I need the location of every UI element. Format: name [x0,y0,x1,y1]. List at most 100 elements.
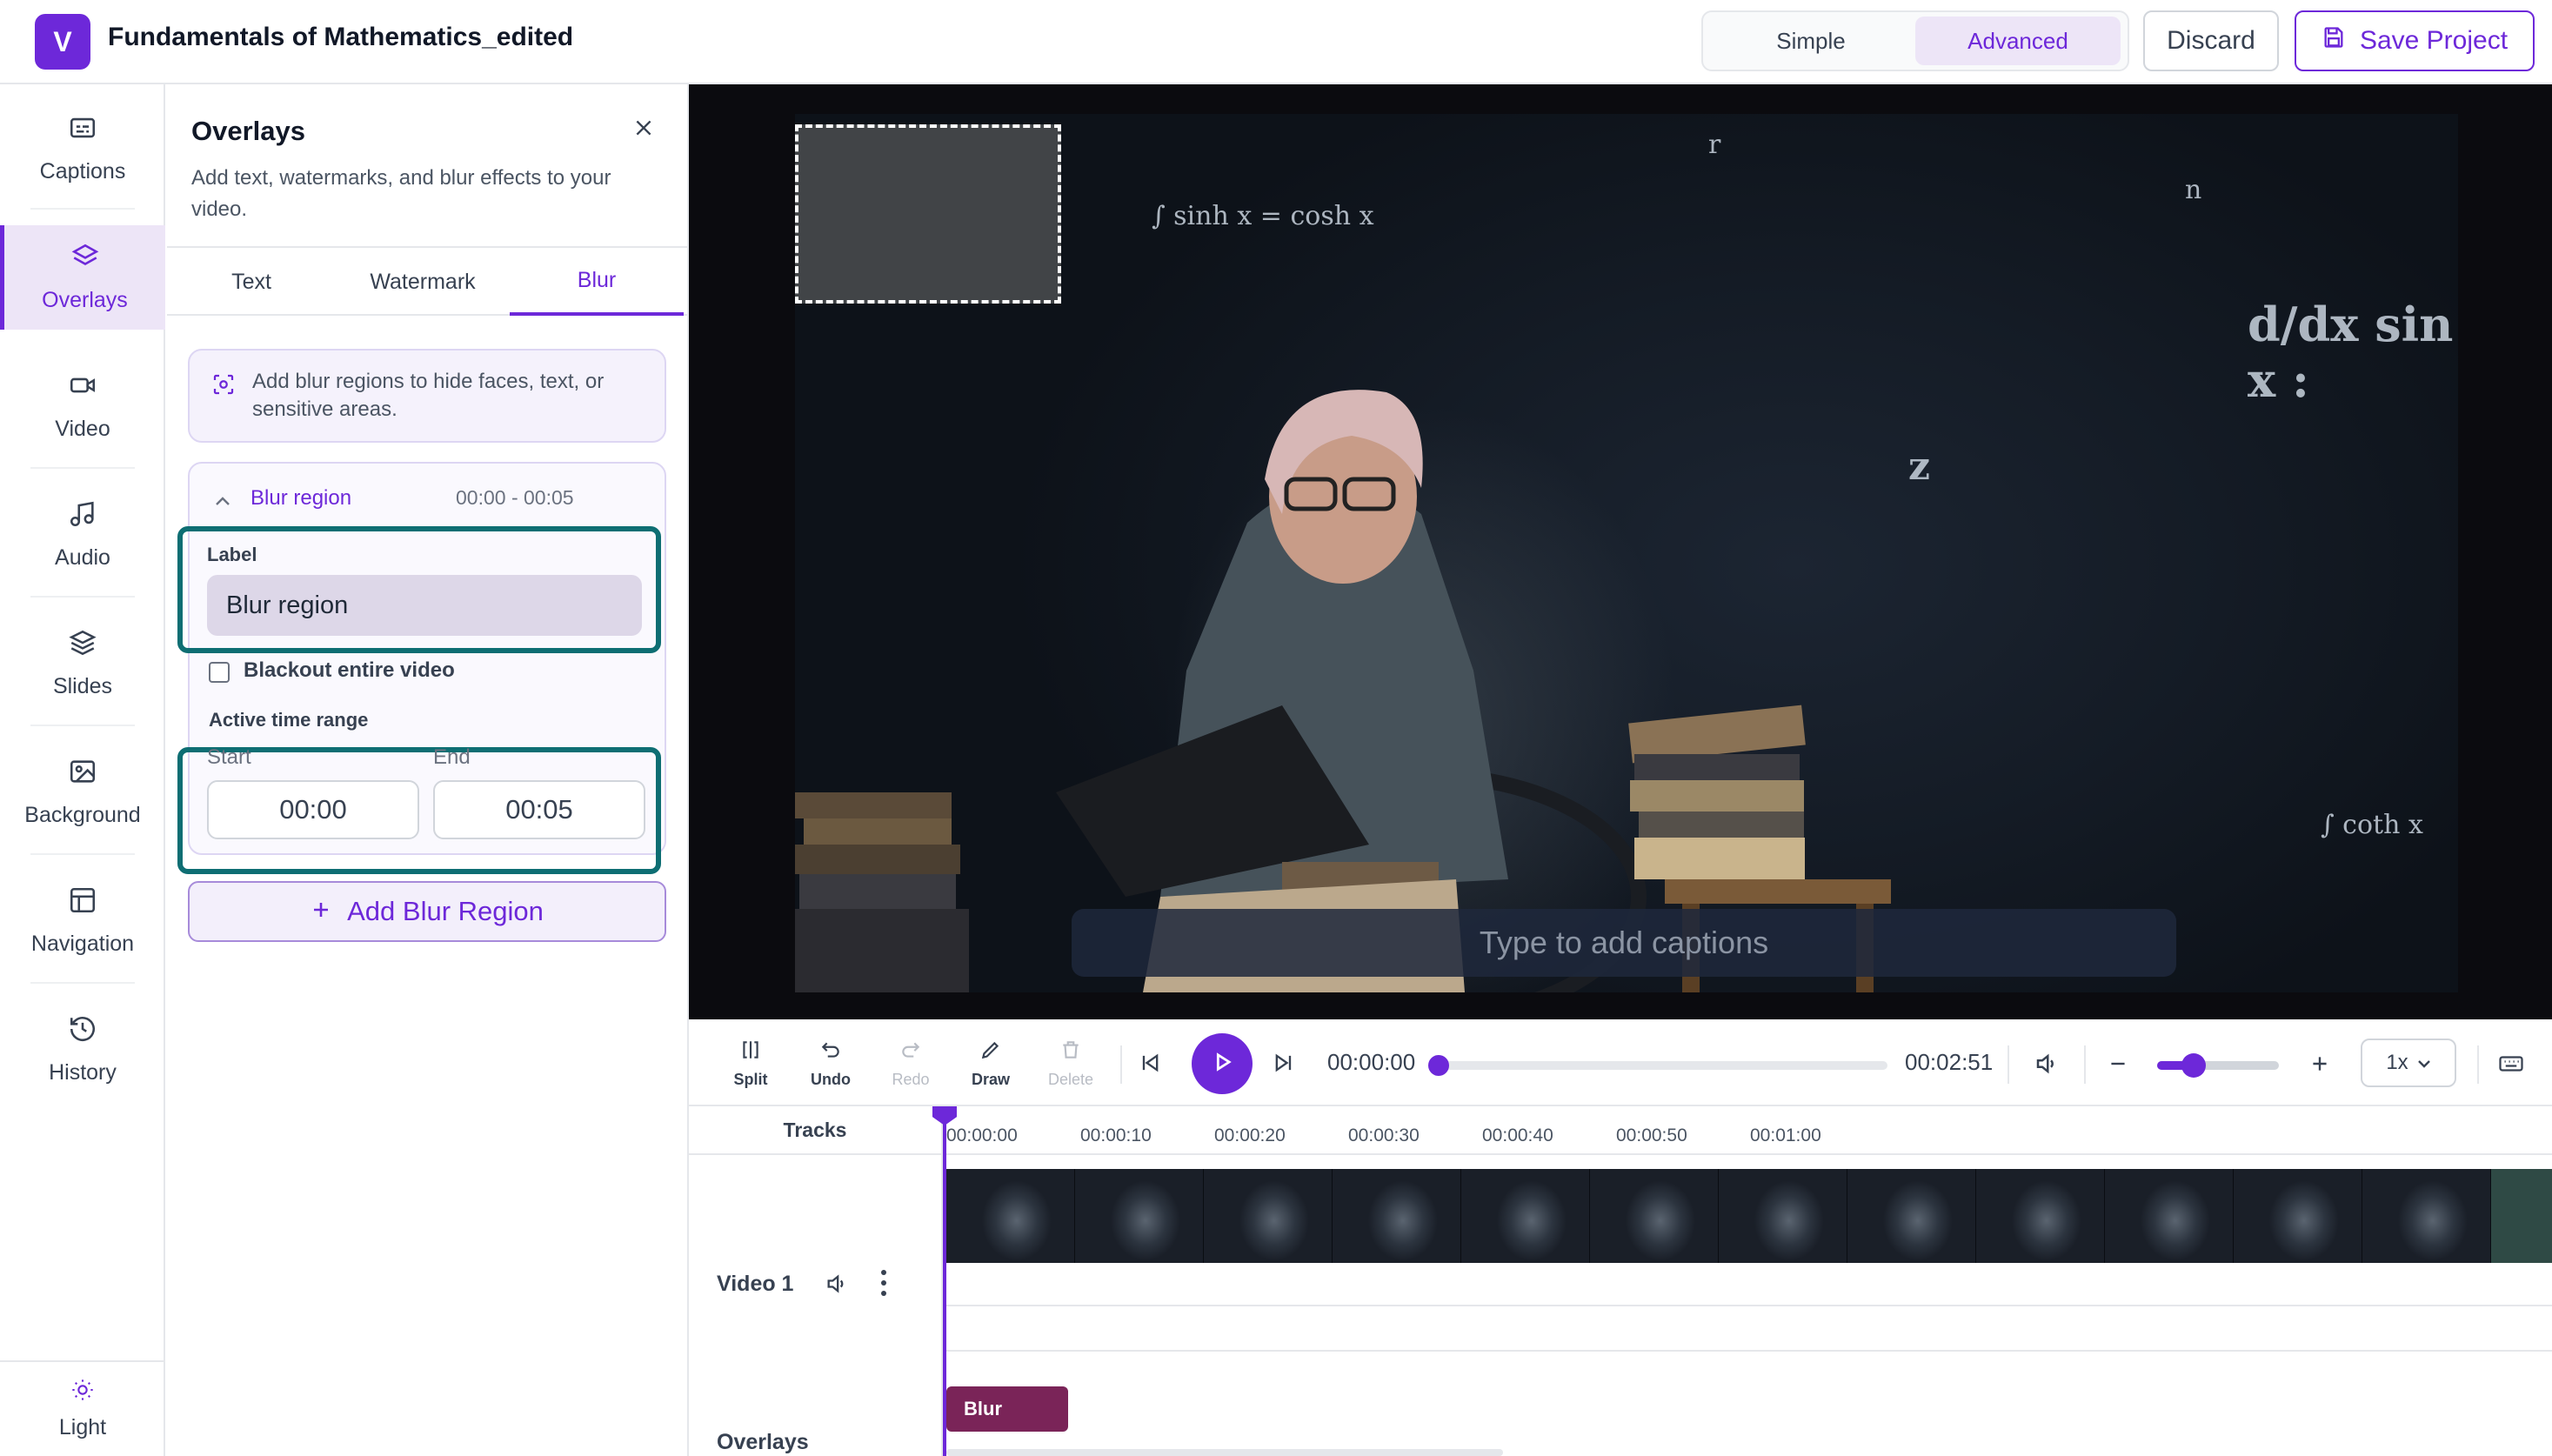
total-time: 00:02:51 [1905,1049,1994,1075]
discard-button[interactable]: Discard [2143,10,2279,71]
end-time-input[interactable]: 00:05 [433,780,645,839]
draw-button[interactable]: Draw [960,1039,1021,1089]
sidebar-item-navigation[interactable]: Navigation [0,869,165,973]
skip-back-icon[interactable] [1138,1051,1162,1079]
track-names-column: Video 1 Overlays [689,1155,943,1456]
pencil-icon [979,1039,1002,1065]
captions-icon [68,113,97,149]
top-bar: V Fundamentals of Mathematics_edited Sim… [0,0,2552,84]
close-panel-button[interactable] [628,114,659,145]
undo-icon [819,1039,842,1065]
video-preview: ∫ sinh x = cosh x d/dx sin x : z ∫ coth … [689,84,2552,1019]
split-label: Split [733,1071,768,1088]
project-title[interactable]: Fundamentals of Mathematics_edited [108,23,573,52]
panel-description: Add text, watermarks, and blur effects t… [191,166,611,221]
video-thumbnail [2362,1169,2491,1263]
advanced-mode-button[interactable]: Advanced [1915,17,2121,65]
blur-region-title[interactable]: Blur region [251,486,351,511]
video-thumbnail [946,1169,1075,1263]
playback-speed-select[interactable]: 1x [2361,1039,2456,1087]
add-blur-region-button[interactable]: Add Blur Region [188,881,666,942]
playhead[interactable] [943,1122,946,1456]
overlay-tabs: Text Watermark Blur [167,246,689,316]
sidebar-item-audio[interactable]: Audio [0,483,165,587]
layers-icon [70,242,100,277]
play-button[interactable] [1192,1033,1253,1094]
sidebar-item-slides[interactable]: Slides [0,611,165,716]
redo-button[interactable]: Redo [880,1039,941,1089]
start-time-input[interactable]: 00:00 [207,780,419,839]
ruler-tick: 00:00:20 [1214,1125,1286,1145]
video-thumbnail [1976,1169,2105,1263]
video-thumbnail [1847,1169,1976,1263]
save-project-button[interactable]: Save Project [2295,10,2535,71]
video-thumbnail [1075,1169,1204,1263]
zoom-slider[interactable] [2157,1053,2279,1078]
video-thumbnail [2491,1169,2552,1263]
blur-region-card: Blur region 00:00 - 00:05 Label Blur reg… [177,462,666,874]
tab-blur[interactable]: Blur [510,248,684,316]
tracks-header: Tracks [689,1106,943,1155]
blur-info-text: Add blur regions to hide faces, text, or… [252,370,605,421]
sidebar-item-captions[interactable]: Captions [0,97,165,201]
blur-label-input[interactable]: Blur region [207,575,642,636]
delete-button[interactable]: Delete [1040,1039,1101,1089]
ruler-tick: 00:00:50 [1616,1125,1687,1145]
track-label-video-1: Video 1 [717,1272,794,1296]
blur-overlay-clip[interactable]: Blur [946,1386,1068,1432]
ruler-tick: 00:01:00 [1750,1125,1821,1145]
video-thumbnail [1719,1169,1847,1263]
chevron-up-icon[interactable] [214,495,231,511]
ruler-tick: 00:00:30 [1348,1125,1420,1145]
sidebar-item-background[interactable]: Background [0,740,165,845]
current-time: 00:00:00 [1327,1049,1416,1075]
chevron-down-icon [2417,1051,2431,1075]
time-ruler[interactable]: 00:00:00 00:00:10 00:00:20 00:00:30 00:0… [945,1106,2552,1155]
ruler-tick: 00:00:00 [946,1125,1018,1145]
tab-text[interactable]: Text [167,248,336,316]
plus-icon [311,896,331,927]
sun-icon [70,1378,95,1408]
more-options-icon[interactable] [879,1268,889,1302]
panel-title: Overlays [191,116,305,146]
zoom-in-icon[interactable] [2308,1052,2331,1079]
video-thumbnail [1204,1169,1333,1263]
undo-label: Undo [811,1071,851,1088]
sidebar-item-label: Overlays [42,288,128,312]
speed-value: 1x [2386,1051,2408,1074]
skip-forward-icon[interactable] [1272,1051,1296,1079]
sidebar-item-label: Audio [55,545,110,570]
track-volume-icon[interactable] [825,1272,849,1300]
ruler-tick: 00:00:10 [1080,1125,1152,1145]
video-track-clip[interactable] [946,1169,2552,1263]
simple-mode-button[interactable]: Simple [1708,17,1914,65]
redo-label: Redo [892,1071,930,1088]
tab-watermark[interactable]: Watermark [336,248,510,316]
volume-icon[interactable] [2034,1051,2060,1081]
sidebar-item-overlays[interactable]: Overlays [0,225,165,330]
track-label-overlays: Overlays [717,1430,809,1454]
split-button[interactable]: Split [720,1039,781,1089]
timeline: Tracks 00:00:00 00:00:10 00:00:20 00:00:… [689,1106,2552,1456]
theme-label: Light [58,1415,107,1439]
theme-toggle[interactable]: Light [0,1360,165,1456]
sidebar-item-video[interactable]: Video [0,354,165,458]
scrubber-handle[interactable] [1428,1055,1449,1076]
caption-input[interactable]: Type to add captions [1072,909,2176,977]
label-field-label: Label [207,544,257,565]
draw-label: Draw [971,1071,1010,1088]
sidebar-item-history[interactable]: History [0,998,165,1102]
zoom-out-icon[interactable] [2107,1052,2129,1079]
keyboard-icon[interactable] [2498,1051,2524,1081]
sidebar-item-label: Video [55,417,110,441]
undo-button[interactable]: Undo [800,1039,861,1089]
blackout-checkbox[interactable] [209,662,230,683]
blur-region-box[interactable] [795,124,1061,304]
app-logo: V [35,14,90,70]
video-thumbnail [1461,1169,1590,1263]
timeline-scrollbar[interactable] [946,1449,1503,1456]
blackout-label: Blackout entire video [244,658,455,682]
video-camera-icon [68,371,97,406]
zoom-slider-handle[interactable] [2181,1053,2206,1078]
playback-scrubber[interactable] [1428,1055,1887,1076]
